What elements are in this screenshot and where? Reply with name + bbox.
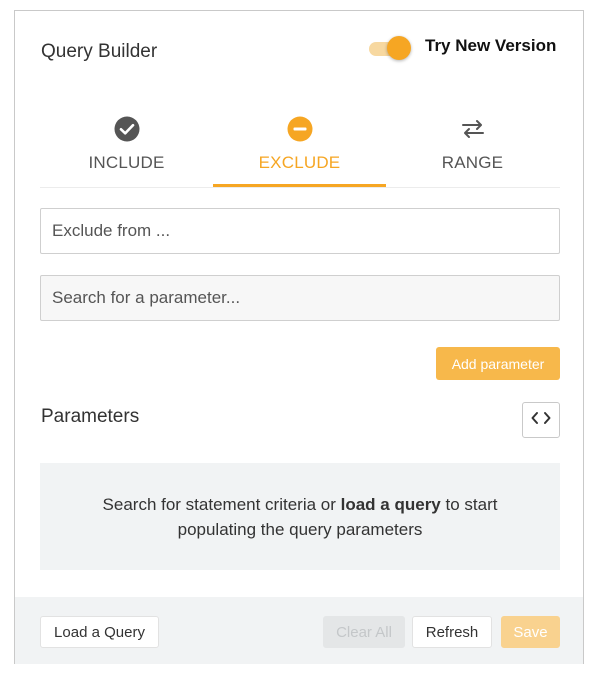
query-builder-panel: Query Builder Try New Version INCLUDE EX… (14, 10, 584, 664)
empty-text-post2: populating the query parameters (177, 519, 423, 539)
load-query-link[interactable]: load a query (341, 495, 441, 514)
tab-exclude-label: EXCLUDE (258, 153, 341, 172)
save-button[interactable]: Save (501, 616, 560, 648)
parameter-search-input[interactable] (40, 275, 560, 321)
empty-parameters-message: Search for statement criteria or load a … (40, 463, 560, 570)
toggle-label: Try New Version (425, 36, 557, 55)
refresh-button[interactable]: Refresh (412, 616, 492, 648)
minus-circle-icon (287, 116, 313, 142)
mode-tabs: INCLUDE EXCLUDE RANGE (40, 111, 560, 188)
toggle-knob (387, 36, 411, 60)
empty-text-pre: Search for statement criteria or (102, 494, 341, 514)
code-view-button[interactable] (522, 402, 560, 438)
add-parameter-button[interactable]: Add parameter (436, 347, 560, 380)
clear-all-button[interactable]: Clear All (323, 616, 405, 648)
empty-text-post1: to start (440, 494, 498, 514)
code-icon (531, 411, 551, 430)
tab-include[interactable]: INCLUDE (40, 111, 213, 187)
tab-include-label: INCLUDE (88, 153, 165, 172)
tab-range[interactable]: RANGE (386, 111, 559, 187)
swap-arrows-icon (460, 116, 486, 142)
tab-exclude[interactable]: EXCLUDE (213, 111, 386, 187)
new-version-toggle[interactable] (367, 35, 411, 60)
load-query-button[interactable]: Load a Query (40, 616, 159, 648)
check-circle-icon (114, 116, 140, 142)
panel-title: Query Builder (41, 41, 158, 62)
exclude-from-input[interactable] (40, 208, 560, 254)
new-version-toggle-group: Try New Version (367, 35, 557, 60)
panel-footer: Load a Query Clear All Refresh Save (15, 597, 583, 664)
parameters-heading: Parameters (41, 406, 140, 427)
tab-range-label: RANGE (441, 153, 504, 172)
